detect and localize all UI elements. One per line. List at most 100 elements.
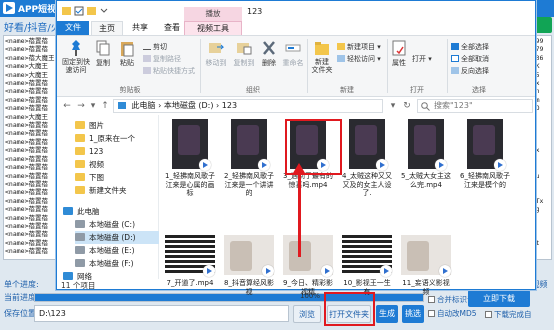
download-now-button[interactable]: 立即下载 bbox=[468, 290, 530, 307]
properties-button[interactable]: 属性 bbox=[389, 39, 409, 68]
nav-item-label: 视频 bbox=[89, 160, 104, 169]
select-all-button[interactable]: 全部选择 bbox=[451, 42, 489, 52]
breadcrumb-pc[interactable]: 此电脑 bbox=[132, 101, 156, 110]
refresh-icon[interactable]: ↻ bbox=[401, 100, 413, 112]
file-item[interactable]: 6_轻拂南风歌子江来是模个的 bbox=[458, 119, 512, 197]
tab-home[interactable]: 主页 bbox=[91, 21, 123, 35]
folder-icon bbox=[75, 147, 85, 155]
file-item[interactable]: 2_轻拂南风歌子江来是一个讲讲的 bbox=[222, 119, 276, 197]
copy-icon bbox=[96, 40, 110, 56]
new-item-label: 新建项目 bbox=[347, 43, 375, 51]
play-badge bbox=[321, 265, 333, 277]
cut-button[interactable]: 剪切 bbox=[143, 42, 167, 52]
nav-item-label: 新建文件夹 bbox=[89, 186, 127, 195]
quick-access-toolbar[interactable] bbox=[61, 5, 115, 20]
breadcrumb-folder[interactable]: 123 bbox=[222, 101, 237, 110]
tab-share[interactable]: 共享 bbox=[125, 21, 155, 35]
ribbon-separator bbox=[387, 39, 388, 93]
nav-item[interactable]: 本地磁盘 (C:) bbox=[75, 218, 159, 231]
address-bar[interactable]: 此电脑 › 本地磁盘 (D:) › 123 bbox=[113, 99, 383, 113]
address-row: ← → ▾ ↑ 此电脑 › 本地磁盘 (D:) › 123 ▾ ↻ 搜索"123… bbox=[57, 98, 535, 114]
log-line: <name>蓓置蓓 bbox=[5, 171, 48, 180]
nav-item-label: 本地磁盘 (F:) bbox=[89, 259, 134, 268]
log-line: <name>蓓置蓓 bbox=[5, 45, 48, 54]
back-icon[interactable]: ← bbox=[61, 100, 73, 112]
nav-item[interactable]: 图片 bbox=[75, 119, 159, 132]
log-line: <name>蓓置蓓 bbox=[5, 230, 48, 239]
play-icon bbox=[203, 265, 215, 277]
nav-item[interactable]: 下图 bbox=[75, 171, 159, 184]
properties-icon bbox=[392, 40, 406, 56]
easy-access-button[interactable]: 轻松访问 ▾ bbox=[337, 54, 381, 64]
tab-view[interactable]: 查看 bbox=[157, 21, 187, 35]
nav-item[interactable]: 新建文件夹 bbox=[75, 184, 159, 197]
pin-quick-access-button[interactable]: 固定到快 速访问 bbox=[61, 39, 91, 74]
open-button[interactable]: 打开 ▾ bbox=[412, 54, 432, 64]
move-to-icon bbox=[209, 43, 224, 53]
ribbon-tabs: 文件 主页 共享 查看 视频工具 bbox=[57, 21, 535, 35]
recent-icon[interactable]: ▾ bbox=[87, 100, 99, 112]
paste-button[interactable]: 粘贴 bbox=[116, 39, 138, 68]
rename-button[interactable]: 重命名 bbox=[281, 39, 305, 68]
navigation-pane[interactable]: 图片 1_原来在一个 123 视频下图新建文件夹此电脑 本地磁盘 (C:) 本地磁盘 (D… bbox=[57, 115, 159, 281]
single-progress-label: 单个进度: bbox=[4, 280, 39, 289]
nav-item[interactable]: 此电脑 bbox=[63, 205, 147, 218]
copy-button[interactable]: 复制 bbox=[92, 39, 114, 68]
forward-icon[interactable]: → bbox=[75, 100, 87, 112]
address-pc-icon bbox=[118, 102, 126, 109]
context-tab-play[interactable]: 播放 bbox=[184, 7, 242, 21]
file-name: 11_妄语义影视频 bbox=[402, 279, 450, 296]
play-icon bbox=[199, 159, 211, 171]
log-line: <name>大魔王 bbox=[5, 62, 48, 71]
drive-icon bbox=[75, 259, 85, 267]
file-item[interactable]: 4_太贼这种又又又及的女主人设了. bbox=[340, 119, 394, 197]
easy-access-label: 轻松访问 bbox=[347, 55, 375, 63]
copy-path-button[interactable]: 复制路径 bbox=[143, 54, 181, 64]
file-item[interactable]: 11_妄语义影视频 bbox=[399, 235, 453, 313]
move-to-button[interactable]: 移动到 bbox=[203, 39, 229, 68]
play-icon bbox=[262, 265, 274, 277]
scissors-icon bbox=[143, 43, 151, 50]
play-icon bbox=[494, 159, 506, 171]
nav-item[interactable]: 本地磁盘 (F:) bbox=[75, 257, 159, 270]
select-all-label: 全部选择 bbox=[461, 43, 489, 51]
file-item[interactable]: 8_抖音算经风影视 bbox=[222, 235, 276, 313]
copy-to-button[interactable]: 复制到 bbox=[231, 39, 257, 68]
search-input[interactable]: 搜索"123" bbox=[417, 99, 533, 113]
drive-icon bbox=[75, 246, 85, 254]
address-dropdown-icon[interactable]: ▾ bbox=[387, 100, 399, 112]
new-item-button[interactable]: 新建项目 ▾ bbox=[337, 42, 381, 52]
invert-selection-button[interactable]: 反向选择 bbox=[451, 66, 489, 76]
ribbon-separator bbox=[447, 39, 448, 93]
nav-item-label: 图片 bbox=[89, 121, 104, 130]
nav-item[interactable]: 视频 bbox=[75, 158, 159, 171]
left-log-panel[interactable]: <name>蓓置蓓 <name>蓓置蓓 <name>蓓大魔王 <name>大魔王 <na… bbox=[3, 35, 63, 260]
paste-shortcut-button[interactable]: 粘贴快捷方式 bbox=[143, 66, 195, 76]
delete-button[interactable]: 删除 bbox=[259, 39, 279, 68]
copy-to-label: 复制到 bbox=[233, 59, 255, 67]
paste-label: 粘贴 bbox=[120, 59, 134, 67]
nav-item[interactable]: 本地磁盘 (E:) bbox=[75, 244, 159, 257]
ribbon-separator bbox=[200, 39, 201, 93]
new-item-icon bbox=[337, 43, 345, 50]
annotation-arrow bbox=[293, 163, 305, 257]
up-icon[interactable]: ↑ bbox=[99, 100, 111, 112]
tab-file[interactable]: 文件 bbox=[57, 21, 89, 35]
file-item[interactable]: 5_太贼大女主这么完.mp4 bbox=[399, 119, 453, 197]
play-icon bbox=[258, 159, 270, 171]
file-item[interactable]: 1_轻拂南风歌子江来是心属的画标 bbox=[163, 119, 217, 197]
nav-item[interactable]: 1_原来在一个 bbox=[75, 132, 159, 145]
new-folder-button[interactable]: 新建 文件夹 bbox=[309, 39, 335, 74]
easy-access-icon bbox=[337, 55, 345, 62]
finish-checkbox[interactable]: 下载完成自 bbox=[485, 309, 532, 320]
highlight-open-folder-box bbox=[324, 292, 375, 326]
nav-item-label: 123 bbox=[89, 147, 104, 156]
nav-item[interactable]: 本地磁盘 (D:) bbox=[75, 231, 159, 244]
tab-video-tools[interactable]: 视频工具 bbox=[184, 21, 242, 35]
nav-item[interactable]: 123 bbox=[75, 145, 159, 158]
breadcrumb-drive[interactable]: 本地磁盘 (D:) bbox=[164, 101, 214, 110]
select-none-button[interactable]: 全部取消 bbox=[451, 54, 489, 64]
play-icon bbox=[321, 265, 333, 277]
file-item[interactable]: 7_开道了.mp4 bbox=[163, 235, 217, 313]
log-line: <name>蓓置蓓 bbox=[5, 247, 48, 256]
